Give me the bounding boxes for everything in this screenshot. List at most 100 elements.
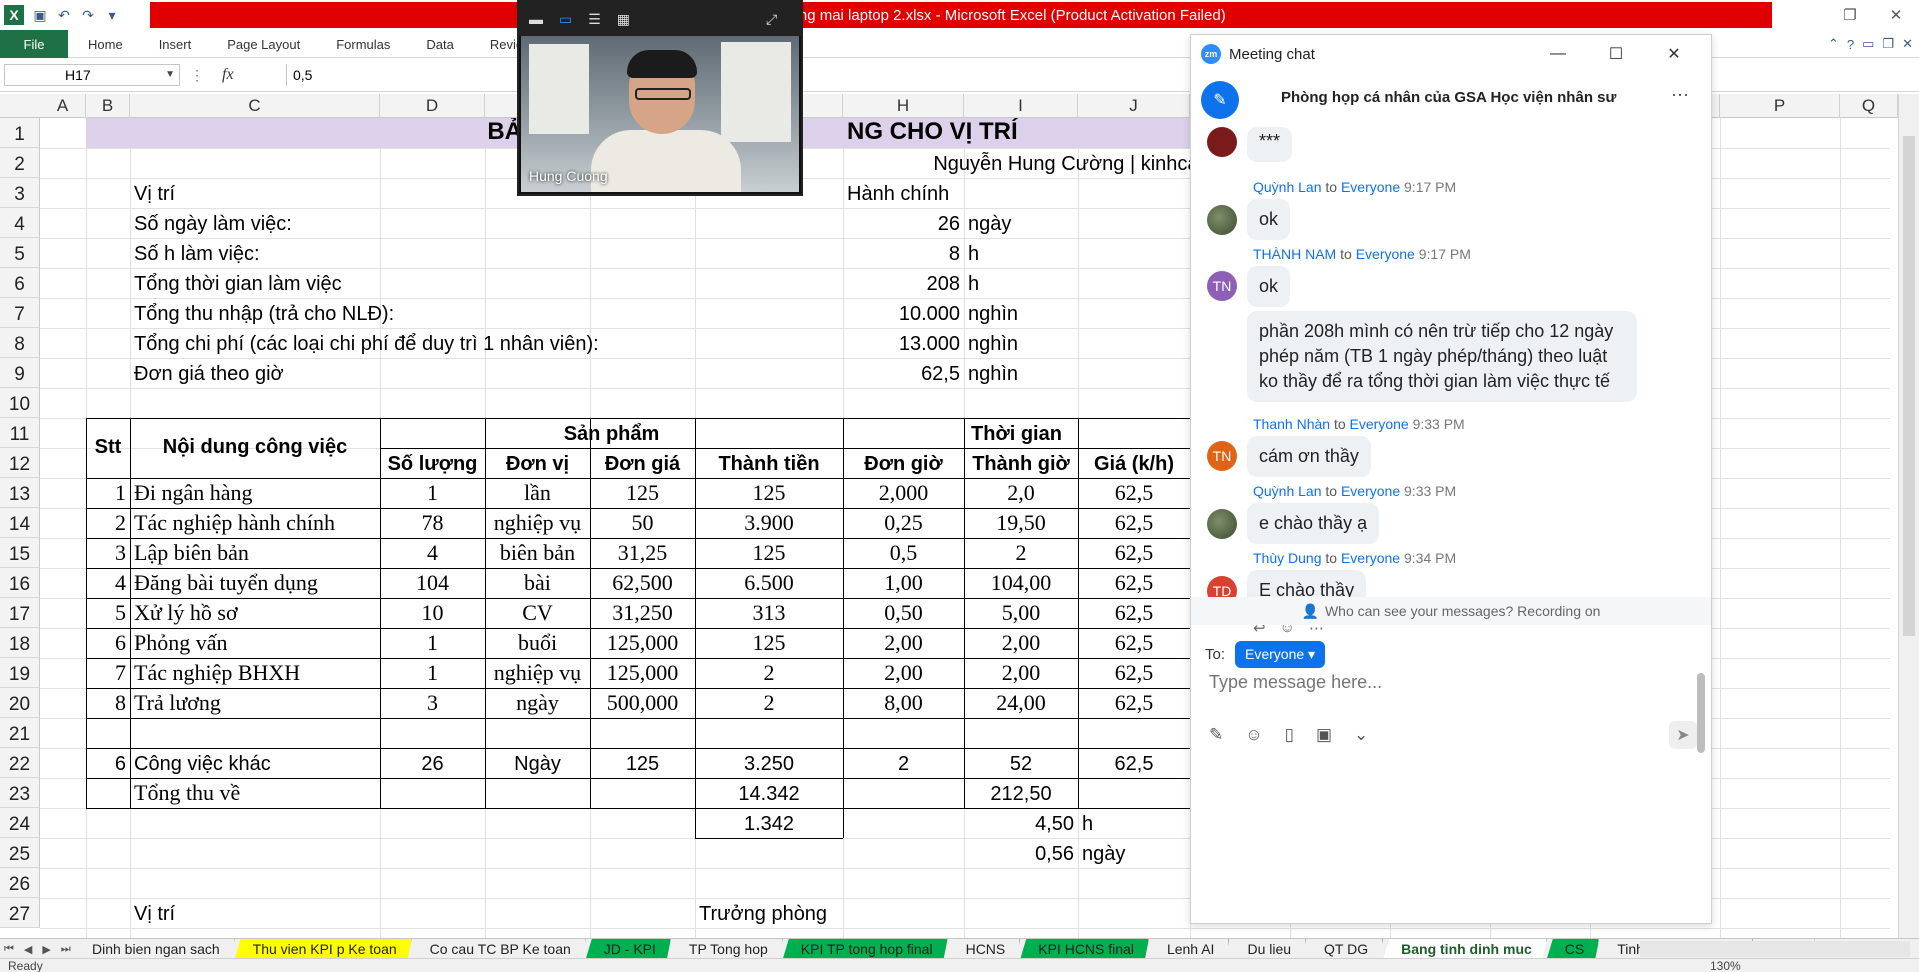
row-header[interactable]: 27 — [0, 898, 40, 928]
table-cell[interactable]: 31,25 — [590, 538, 695, 568]
table-cell[interactable]: Xử lý hồ sơ — [130, 598, 380, 628]
format-icon[interactable]: ✎ — [1209, 725, 1223, 745]
header-gia[interactable]: Giá (k/h) — [1078, 448, 1190, 478]
row-header[interactable]: 1 — [0, 118, 40, 148]
sheet-title-right[interactable]: NG CHO VỊ TRÍ — [843, 118, 1190, 148]
close-icon[interactable]: ✕ — [1873, 0, 1919, 30]
row-header[interactable]: 2 — [0, 148, 40, 178]
row-header[interactable]: 5 — [0, 238, 40, 268]
message-input[interactable] — [1209, 667, 1689, 697]
chat-scroll-thumb[interactable] — [1697, 673, 1705, 753]
column-header[interactable]: P — [1720, 94, 1840, 118]
table-cell[interactable]: 1 — [380, 658, 485, 688]
table-cell[interactable]: 125,000 — [590, 628, 695, 658]
table-cell[interactable]: 10 — [380, 598, 485, 628]
row-header[interactable]: 25 — [0, 838, 40, 868]
table-cell[interactable]: 6 — [86, 748, 130, 778]
row-header[interactable]: 15 — [0, 538, 40, 568]
table-cell[interactable]: biên bản — [485, 538, 590, 568]
table-cell[interactable]: nghiệp vụ — [485, 658, 590, 688]
row-header[interactable]: 6 — [0, 268, 40, 298]
row-header[interactable]: 7 — [0, 298, 40, 328]
header-don-vi[interactable]: Đơn vị — [485, 448, 590, 478]
table-cell[interactable]: 31,250 — [590, 598, 695, 628]
row-header[interactable]: 21 — [0, 718, 40, 748]
table-cell[interactable]: 1 — [380, 628, 485, 658]
emoji-icon[interactable]: ☺ — [1245, 725, 1262, 745]
table-cell[interactable]: 1,00 — [843, 568, 964, 598]
workbook-restore-icon[interactable]: ❐ — [1882, 36, 1894, 52]
table-cell[interactable]: 4 — [86, 568, 130, 598]
tab-page-layout[interactable]: Page Layout — [209, 30, 318, 58]
table-cell[interactable]: Đi ngân hàng — [130, 478, 380, 508]
prev-sheet-icon[interactable]: ◀ — [24, 943, 32, 956]
workbook-minimize-icon[interactable]: ▭ — [1862, 36, 1874, 52]
header-don-gio[interactable]: Đơn giờ — [843, 448, 964, 478]
chevron-down-icon[interactable]: ▼ — [165, 65, 175, 85]
tab-insert[interactable]: Insert — [141, 30, 210, 58]
info-unit[interactable]: h — [964, 238, 1078, 268]
info-value[interactable]: 8 — [843, 238, 964, 268]
column-header[interactable]: D — [380, 94, 485, 118]
name-box[interactable]: H17 ▼ — [4, 64, 180, 86]
table-cell[interactable]: 26 — [380, 748, 485, 778]
row-header[interactable]: 18 — [0, 628, 40, 658]
table-cell[interactable]: 3 — [86, 538, 130, 568]
maximize-icon[interactable]: ☐ — [1587, 35, 1645, 73]
extra-days-unit[interactable]: ngày — [1078, 838, 1190, 868]
row-header[interactable]: 26 — [0, 868, 40, 898]
table-cell[interactable]: 3 — [380, 688, 485, 718]
header-product-group[interactable]: Sản phẩm — [380, 418, 843, 448]
total-hours[interactable]: 212,50 — [964, 778, 1078, 808]
column-header[interactable]: A — [40, 94, 86, 118]
row-header[interactable]: 12 — [0, 448, 40, 478]
info-unit[interactable]: nghìn — [964, 358, 1078, 388]
row-header[interactable]: 3 — [0, 178, 40, 208]
column-header[interactable]: H — [843, 94, 964, 118]
next-sheet-icon[interactable]: ▶ — [42, 943, 50, 956]
insert-function-button[interactable]: fx — [222, 66, 234, 84]
vertical-scrollbar[interactable] — [1898, 94, 1919, 938]
info-value[interactable]: 10.000 — [843, 298, 964, 328]
header-stt[interactable]: Stt — [86, 418, 130, 478]
table-cell[interactable]: lần — [485, 478, 590, 508]
row-header[interactable]: 19 — [0, 658, 40, 688]
row-header[interactable]: 8 — [0, 328, 40, 358]
table-cell[interactable]: 2 — [86, 508, 130, 538]
table-cell[interactable]: 62,5 — [1078, 658, 1190, 688]
column-header[interactable]: J — [1078, 94, 1190, 118]
video-thumbnail[interactable]: ▬ ▭ ☰ ▦ ⤢ Hung Cuong — [517, 0, 803, 196]
table-cell[interactable]: 2,000 — [843, 478, 964, 508]
info-unit[interactable]: ngày — [964, 208, 1078, 238]
row-header[interactable]: 22 — [0, 748, 40, 778]
sheet-tab[interactable]: Co cau TC BP Ke toan — [412, 939, 586, 959]
sheet-tab[interactable]: Lenh AI — [1149, 939, 1230, 959]
info-value[interactable]: Hành chính — [843, 178, 964, 208]
row-header[interactable]: 4 — [0, 208, 40, 238]
table-cell[interactable]: Tác nghiệp BHXH — [130, 658, 380, 688]
table-cell[interactable]: 2,00 — [964, 628, 1078, 658]
sheet-tab[interactable]: CS — [1547, 939, 1599, 959]
info-label[interactable]: Số h làm việc: — [130, 238, 380, 268]
speaker-view-icon[interactable]: ▭ — [559, 11, 572, 28]
row-header[interactable]: 9 — [0, 358, 40, 388]
table-cell[interactable]: 125 — [695, 538, 843, 568]
info-unit[interactable]: h — [964, 268, 1078, 298]
table-cell[interactable]: Tác nghiệp hành chính — [130, 508, 380, 538]
table-cell[interactable]: 2 — [843, 748, 964, 778]
row-header[interactable]: 14 — [0, 508, 40, 538]
table-cell[interactable]: 1 — [380, 478, 485, 508]
file-tab[interactable]: File — [0, 30, 68, 58]
table-cell[interactable]: 8,00 — [843, 688, 964, 718]
sheet-tab[interactable]: HCNS — [948, 939, 1021, 959]
info-label[interactable]: Vị trí — [130, 178, 380, 208]
minimize-icon[interactable]: — — [1529, 35, 1587, 73]
send-button[interactable]: ➤ — [1669, 721, 1697, 749]
last-sheet-icon[interactable]: ⏭ — [61, 943, 71, 956]
more-options-icon[interactable]: ⋯ — [1671, 85, 1689, 106]
table-cell[interactable]: Lập biên bản — [130, 538, 380, 568]
save-icon[interactable]: ▣ — [32, 7, 48, 23]
zoom-level[interactable]: 130% — [1710, 959, 1741, 972]
table-cell[interactable]: 125 — [695, 628, 843, 658]
sheet-tab[interactable]: QT DG — [1306, 939, 1383, 959]
